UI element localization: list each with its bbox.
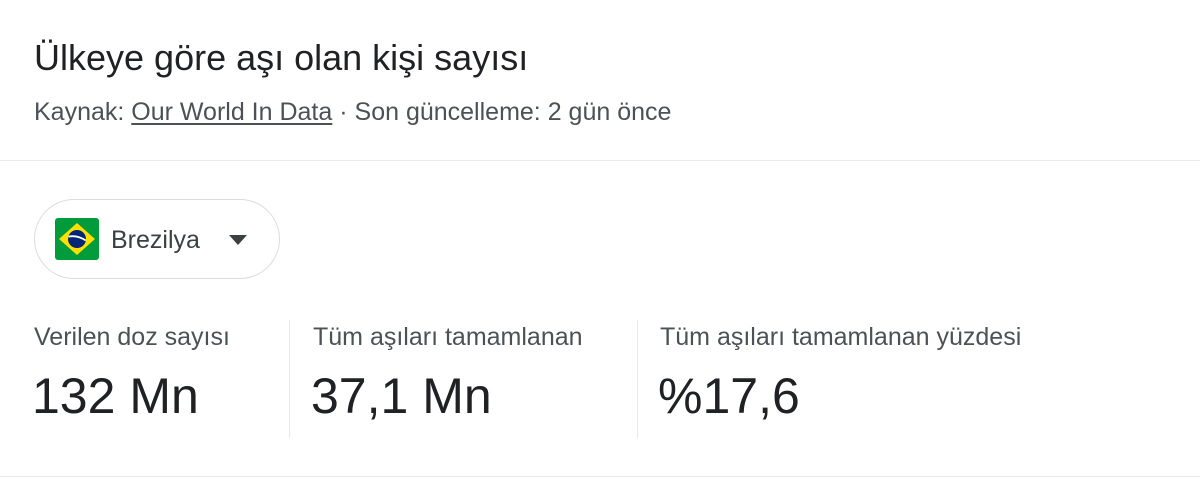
stat-divider: [637, 320, 638, 438]
stat-label: Verilen doz sayısı: [34, 323, 230, 351]
stat-label: Tüm aşıları tamamlanan yüzdesi: [660, 323, 1022, 351]
page-title: Ülkeye göre aşı olan kişi sayısı: [34, 37, 529, 78]
stat-value: %17,6: [658, 368, 800, 424]
source-prefix: Kaynak:: [34, 98, 132, 126]
source-line: Kaynak: Our World In Data · Son güncelle…: [34, 96, 671, 128]
meta-separator: ·: [332, 98, 355, 126]
caret-down-icon: [229, 235, 247, 245]
stat-value: 132 Mn: [32, 368, 199, 424]
last-updated: Son güncelleme: 2 gün önce: [354, 98, 672, 126]
header-divider: [0, 160, 1200, 161]
footer-divider: [0, 476, 1200, 477]
country-dropdown[interactable]: Brezilya: [34, 199, 280, 279]
stat-value: 37,1 Mn: [311, 368, 492, 424]
source-link[interactable]: Our World In Data: [131, 98, 332, 126]
selected-country: Brezilya: [111, 226, 200, 254]
brazil-flag-icon: [55, 218, 99, 260]
stats-row: Verilen doz sayısı 132 Mn Tüm aşıları ta…: [0, 318, 1200, 438]
stat-label: Tüm aşıları tamamlanan: [313, 323, 583, 351]
stat-divider: [289, 320, 290, 438]
